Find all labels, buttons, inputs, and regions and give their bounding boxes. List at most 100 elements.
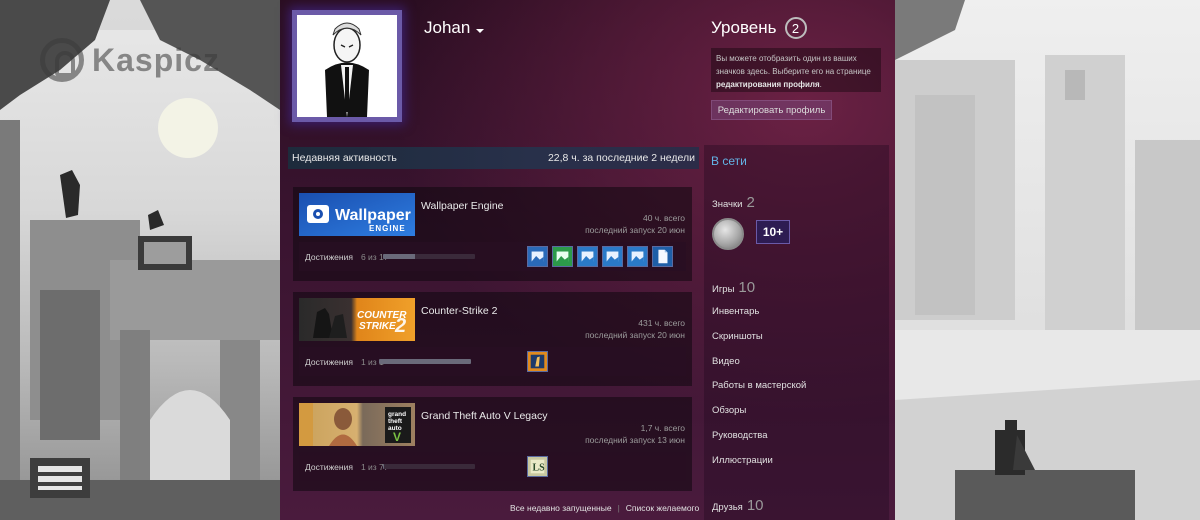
game-hours: 40 ч. всего последний запуск 20 июн	[585, 212, 685, 236]
achievement-icons	[527, 351, 548, 372]
achievement-progress-bar	[383, 464, 475, 469]
recent-activity-header: Недавняя активность 22,8 ч. за последние…	[288, 147, 699, 169]
achievements-title: Достижения	[305, 252, 353, 262]
sidebar-item-games[interactable]: Игры 10	[712, 279, 755, 296]
image-icon[interactable]	[552, 246, 573, 267]
achievement-icons: LS	[527, 456, 548, 477]
sidebar-item-guides[interactable]: Руководства	[712, 430, 768, 441]
watermark-logo-icon	[40, 38, 84, 82]
achievements-bar[interactable]: Достижения 1 из 1	[299, 347, 686, 376]
achievements-title: Достижения	[305, 462, 353, 472]
image-icon[interactable]	[602, 246, 623, 267]
achievement-progress-fill	[383, 464, 385, 469]
achievements-title: Достижения	[305, 357, 353, 367]
achievements-bar[interactable]: Достижения 6 из 17	[299, 242, 686, 271]
total-hours: 40 ч. всего	[642, 213, 685, 223]
game-name[interactable]: Grand Theft Auto V Legacy	[421, 410, 547, 422]
sidebar-item-workshop[interactable]: Работы в мастерской	[712, 380, 806, 391]
pixel-art-scene-right	[895, 0, 1200, 520]
last-played: последний запуск 13 июн	[585, 435, 685, 445]
watermark-text: Kaspicz	[92, 41, 220, 78]
counter-strike-logo-icon: COUNTER STRIKE 2	[299, 298, 415, 341]
badge-coin-icon[interactable]	[712, 218, 744, 250]
profile-sidebar: В сети Значки 2 10+ Игры 10 Инвентарь Скри…	[704, 145, 889, 520]
recent-activity-title: Недавняя активность	[292, 152, 397, 164]
achievement-progress-fill	[379, 359, 471, 364]
achievements-label: Достижения 1 из 77	[305, 462, 389, 472]
total-hours: 431 ч. всего	[638, 318, 685, 328]
last-played: последний запуск 20 июн	[585, 330, 685, 340]
profile-page: Johan Уровень 2 Вы можете отобразить оди…	[280, 0, 895, 520]
svg-text:STRIKE: STRIKE	[359, 321, 396, 332]
sidebar-item-friends[interactable]: Друзья 10	[712, 497, 764, 514]
document-icon[interactable]	[652, 246, 673, 267]
game-capsule[interactable]: grand theft auto V	[299, 403, 415, 446]
svg-text:Wallpaper: Wallpaper	[335, 207, 411, 224]
game-name[interactable]: Wallpaper Engine	[421, 200, 504, 212]
avatar-frame[interactable]	[292, 10, 402, 122]
achievement-progress-fill	[383, 254, 416, 259]
sidebar-item-count: 2	[746, 194, 755, 211]
image-icon[interactable]	[527, 246, 548, 267]
image-icon[interactable]	[577, 246, 598, 267]
online-status: В сети	[711, 154, 747, 168]
recent-game-gta-v-legacy: grand theft auto V Grand Theft Auto V Le…	[293, 397, 692, 491]
sidebar-item-artwork[interactable]: Иллюстрации	[712, 455, 773, 466]
sidebar-item-reviews[interactable]: Обзоры	[712, 405, 746, 416]
all-recently-played-link[interactable]: Все недавно запущенные	[510, 503, 612, 513]
edit-profile-button[interactable]: Редактировать профиль	[711, 100, 832, 120]
svg-text:grand: grand	[388, 411, 406, 418]
sidebar-item-count: 10	[746, 497, 764, 514]
svg-text:V: V	[393, 430, 401, 444]
edit-profile-link[interactable]: редактирования профиля	[716, 80, 820, 89]
achievements-bar[interactable]: Достижения 1 из 77 LS	[299, 452, 686, 481]
featured-badge-hint: Вы можете отобразить один из ваших значк…	[711, 48, 881, 92]
achievements-label: Достижения 1 из 1	[305, 357, 384, 367]
level-label: Уровень	[711, 18, 777, 37]
svg-text:theft: theft	[388, 418, 403, 425]
badge-ten-plus[interactable]: 10+	[756, 220, 790, 244]
sidebar-item-label: Друзья	[712, 502, 743, 513]
game-name[interactable]: Counter-Strike 2	[421, 305, 497, 317]
sidebar-item-label: Игры	[712, 284, 735, 295]
game-hours: 1,7 ч. всего последний запуск 13 июн	[585, 422, 685, 446]
persona-name: Johan	[424, 18, 471, 37]
background-right-art	[895, 0, 1200, 520]
total-hours: 1,7 ч. всего	[640, 423, 685, 433]
featured-badge-hint-text: Вы можете отобразить один из ваших значк…	[716, 54, 871, 76]
image-icon[interactable]	[627, 246, 648, 267]
ls-achievement-icon[interactable]: LS	[527, 456, 548, 477]
profile-header: Johan Уровень 2 Вы можете отобразить оди…	[280, 0, 895, 145]
sidebar-item-screenshots[interactable]: Скриншоты	[712, 331, 763, 342]
sidebar-item-label: Значки	[712, 199, 743, 210]
game-hours: 431 ч. всего последний запуск 20 июн	[585, 317, 685, 341]
recent-game-counter-strike-2: COUNTER STRIKE 2 Counter-Strike 2 431 ч.…	[293, 292, 692, 386]
svg-text:LS: LS	[533, 463, 546, 474]
caret-down-icon	[476, 28, 485, 33]
link-separator: |	[617, 503, 620, 513]
cs-achievement-icon[interactable]	[527, 351, 548, 372]
sidebar-item-badges[interactable]: Значки 2	[712, 194, 755, 211]
avatar	[297, 15, 397, 117]
persona-name-dropdown[interactable]: Johan	[424, 18, 485, 38]
game-capsule[interactable]: COUNTER STRIKE 2	[299, 298, 415, 341]
recent-activity-hours: 22,8 ч. за последние 2 недели	[547, 152, 695, 164]
recent-activity-links: Все недавно запущенные | Список желаемог…	[510, 503, 699, 513]
achievement-icons	[527, 246, 673, 267]
achievement-progress-bar	[379, 359, 471, 364]
avatar-image	[297, 15, 397, 117]
wishlist-link[interactable]: Список желаемого	[626, 503, 699, 513]
watermark: Kaspicz	[40, 38, 220, 82]
svg-text:ENGINE: ENGINE	[369, 224, 406, 233]
sidebar-item-videos[interactable]: Видео	[712, 356, 740, 367]
achievement-progress-bar	[383, 254, 475, 259]
achievements-label: Достижения 6 из 17	[305, 252, 389, 262]
profile-level: Уровень 2	[711, 17, 807, 39]
wallpaper-engine-logo-icon: Wallpaper ENGINE	[299, 193, 415, 236]
svg-text:2: 2	[394, 315, 406, 337]
level-badge[interactable]: 2	[784, 17, 807, 39]
background-left-art: Kaspicz	[0, 0, 280, 520]
sidebar-item-inventory[interactable]: Инвентарь	[712, 306, 759, 317]
gta-v-logo-icon: grand theft auto V	[299, 403, 415, 446]
game-capsule[interactable]: Wallpaper ENGINE	[299, 193, 415, 236]
